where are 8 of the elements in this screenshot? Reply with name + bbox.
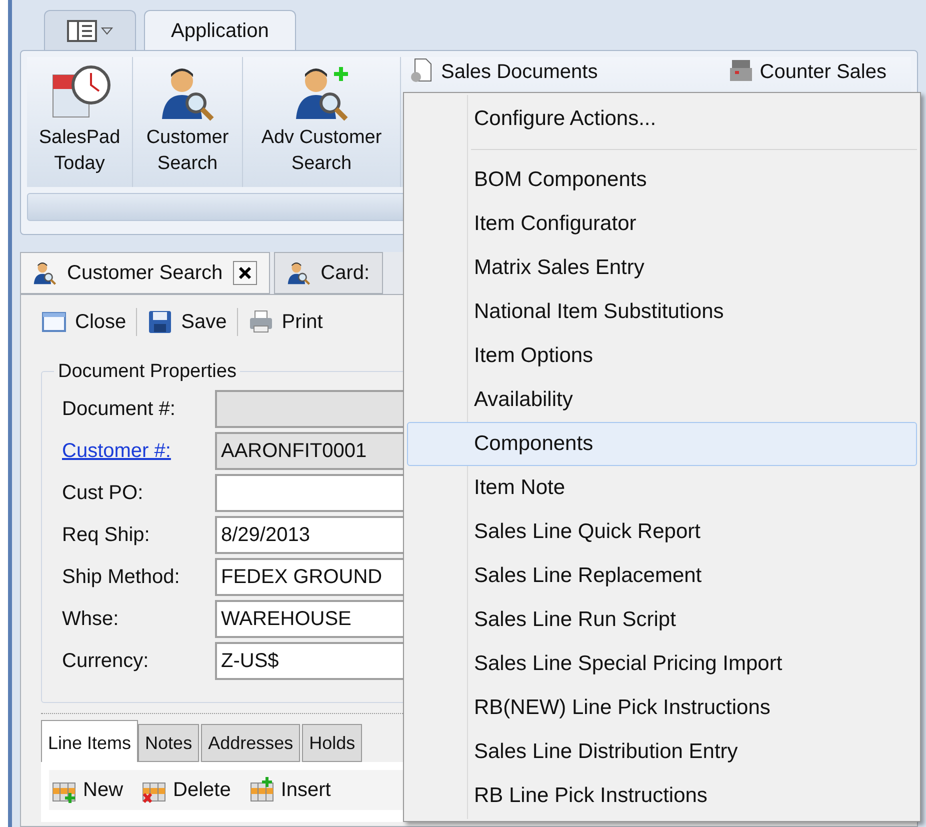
field-label: Whse:	[62, 607, 120, 632]
tab-label: Card:	[320, 261, 370, 286]
field-label: Document #:	[62, 397, 176, 422]
tab-label: Customer Search	[67, 261, 223, 286]
field-label: Ship Method:	[62, 565, 181, 590]
field-label: Req Ship:	[62, 523, 151, 548]
field-label: Cust PO:	[62, 481, 144, 506]
field-label: Currency:	[62, 649, 150, 674]
